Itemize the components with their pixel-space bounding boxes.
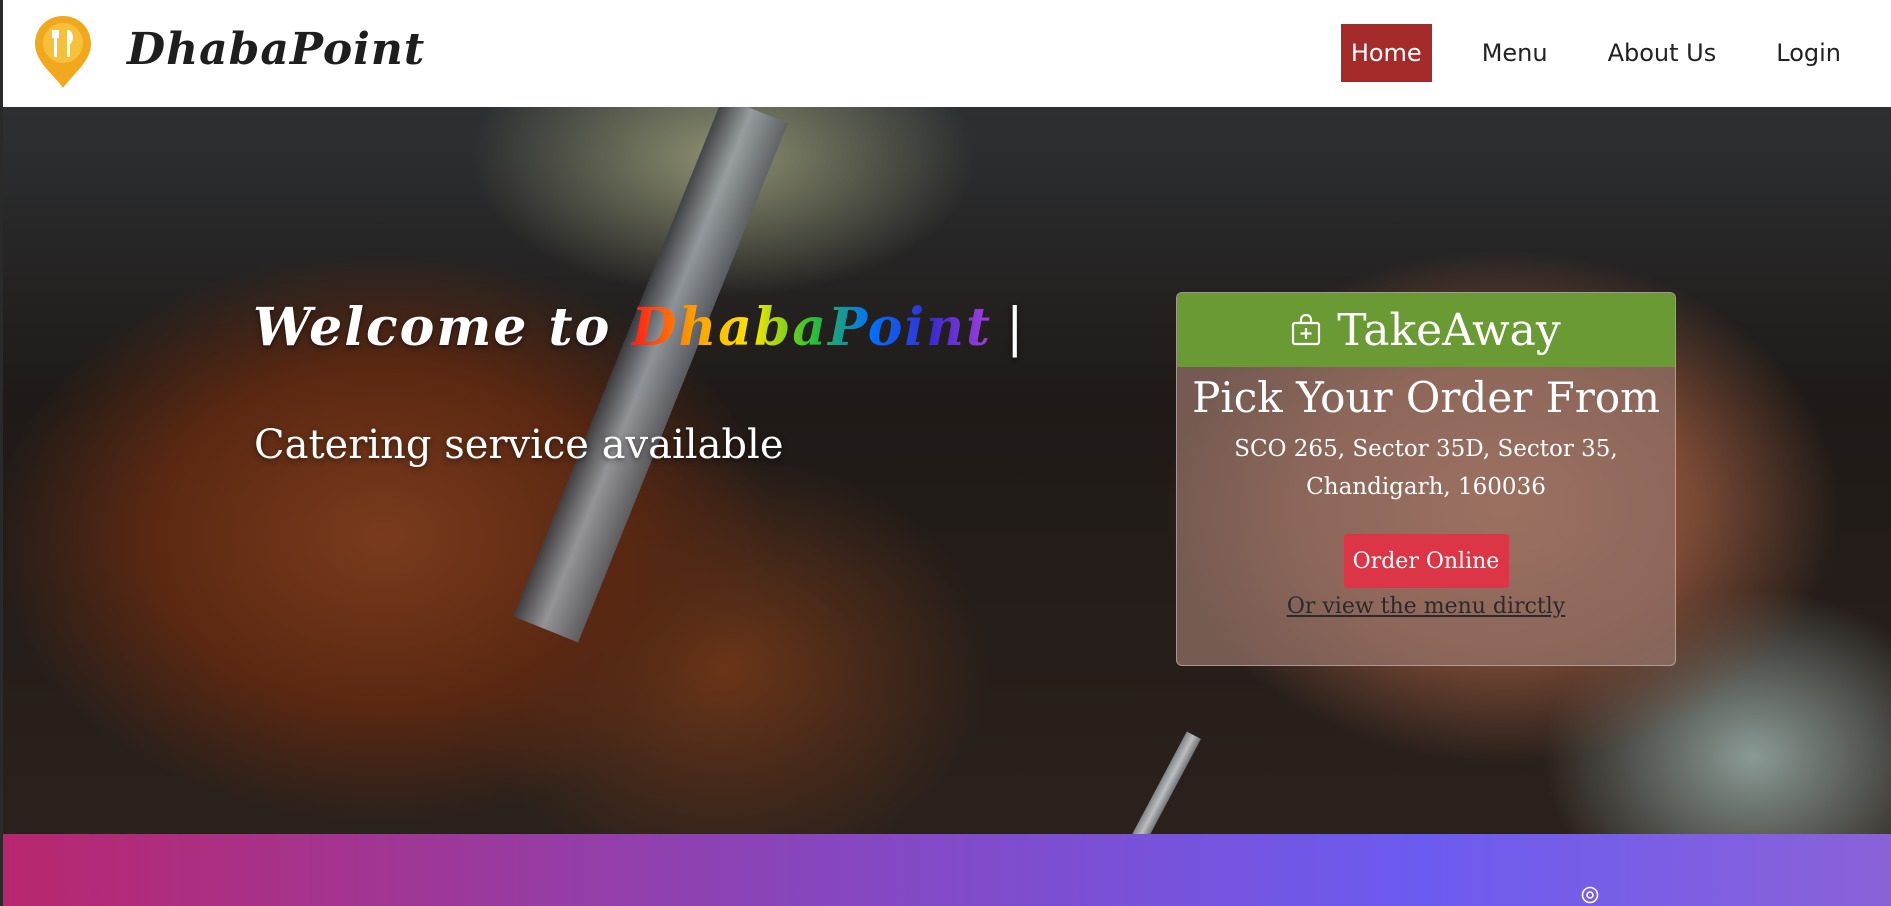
store-address: SCO 265, Sector 35D, Sector 35, Chandiga… bbox=[1177, 430, 1675, 506]
nav-menu[interactable]: Menu bbox=[1472, 24, 1558, 82]
shopping-bag-plus-icon bbox=[1292, 314, 1321, 346]
takeaway-card: TakeAway Pick Your Order From SCO 265, S… bbox=[1176, 292, 1676, 666]
nav-links: Home Menu About Us Login bbox=[1301, 24, 1851, 82]
welcome-prefix: Welcome to bbox=[253, 297, 632, 358]
nav-home[interactable]: Home bbox=[1340, 24, 1432, 82]
knife-background-image bbox=[513, 107, 788, 643]
nav-login[interactable]: Login bbox=[1766, 24, 1851, 82]
hero-subtitle: Catering service available bbox=[254, 422, 784, 468]
typing-cursor: | bbox=[1005, 298, 1026, 358]
takeaway-title: TakeAway bbox=[1337, 304, 1561, 356]
takeaway-card-header: TakeAway bbox=[1177, 293, 1675, 367]
address-line-2: Chandigarh, 160036 bbox=[1306, 474, 1546, 500]
hero-section: Welcome to DhabaPoint | Catering service … bbox=[0, 107, 1891, 834]
welcome-heading: Welcome to DhabaPoint | bbox=[253, 297, 1026, 358]
location-icon bbox=[1581, 886, 1599, 904]
pick-order-heading: Pick Your Order From bbox=[1192, 373, 1660, 422]
welcome-brand: DhabaPoint bbox=[631, 297, 992, 358]
fork-background-image bbox=[1121, 731, 1201, 834]
view-menu-link[interactable]: Or view the menu dirctly bbox=[1177, 594, 1675, 619]
brand-name[interactable]: DhabaPoint bbox=[127, 24, 425, 75]
nav-about-us[interactable]: About Us bbox=[1598, 24, 1727, 82]
restaurant-pin-logo-icon[interactable] bbox=[33, 14, 93, 90]
address-line-1: SCO 265, Sector 35D, Sector 35, bbox=[1234, 436, 1618, 462]
order-online-button[interactable]: Order Online bbox=[1343, 534, 1509, 588]
navbar: DhabaPoint Home Menu About Us Login bbox=[0, 0, 1891, 107]
bottom-gradient-banner bbox=[0, 834, 1891, 906]
